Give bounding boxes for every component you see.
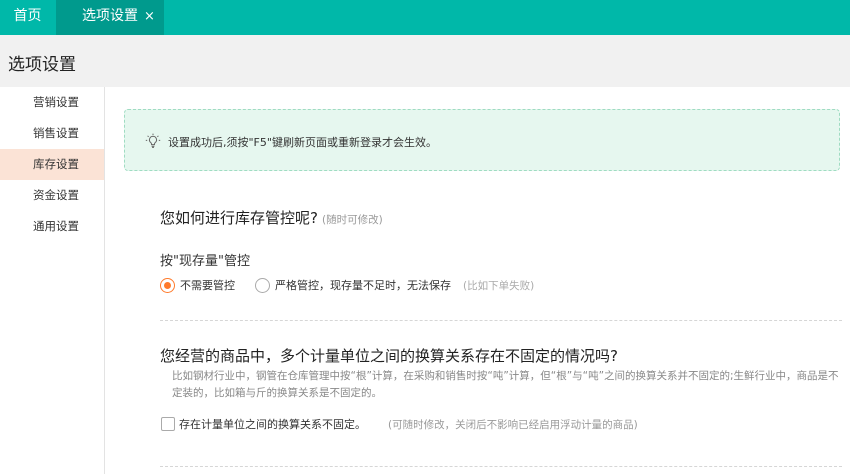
stock-control-subtitle: 按"现存量"管控 bbox=[160, 254, 250, 269]
page-title: 选项设置 bbox=[8, 55, 76, 75]
unit-conversion-description: 比如钢材行业中，钢管在仓库管理中按“根”计算，在采购和销售时按“吨”计算，但“根… bbox=[172, 370, 839, 399]
radio-no-control-label[interactable]: 不需要管控 bbox=[180, 277, 235, 293]
title-bar: 选项设置 bbox=[0, 35, 850, 87]
sidebar-item-inventory[interactable]: 库存设置 bbox=[0, 149, 104, 180]
sidebar-item-general[interactable]: 通用设置 bbox=[0, 211, 104, 242]
inventory-control-options: 不需要管控 严格管控，现存量不足时，无法保存 (比如下单失败) bbox=[160, 276, 534, 294]
sidebar-item-funds[interactable]: 资金设置 bbox=[0, 180, 104, 211]
sidebar-item-marketing[interactable]: 营销设置 bbox=[0, 87, 104, 118]
tip-text: 设置成功后,须按"F5"键刷新页面或重新登录才会生效。 bbox=[168, 136, 437, 149]
lightbulb-icon bbox=[145, 133, 161, 148]
tip-banner: 设置成功后,须按"F5"键刷新页面或重新登录才会生效。 bbox=[124, 109, 840, 171]
option-note: (比如下单失败) bbox=[463, 279, 535, 292]
checkbox-note: (可随时修改，关闭后不影响已经启用浮动计量的商品) bbox=[388, 418, 638, 431]
section-divider-bottom bbox=[160, 466, 842, 467]
tab-options-settings[interactable]: 选项设置 × bbox=[56, 0, 164, 35]
unit-conversion-checkbox-row: 存在计量单位之间的换算关系不固定。 (可随时修改，关闭后不影响已经启用浮动计量的… bbox=[161, 416, 638, 432]
radio-strict-control[interactable] bbox=[255, 277, 270, 293]
floating-unit-checkbox-label[interactable]: 存在计量单位之间的换算关系不固定。 bbox=[179, 416, 366, 432]
section-divider bbox=[160, 320, 842, 321]
unit-conversion-question: 您经营的商品中，多个计量单位之间的换算关系存在不固定的情况吗? bbox=[160, 347, 618, 365]
floating-unit-checkbox[interactable] bbox=[161, 417, 175, 431]
radio-no-control[interactable] bbox=[160, 277, 175, 293]
radio-strict-control-label[interactable]: 严格管控，现存量不足时，无法保存 bbox=[275, 277, 451, 293]
home-tab[interactable]: 首页 bbox=[0, 0, 55, 35]
sidebar: 营销设置 销售设置 库存设置 资金设置 通用设置 bbox=[0, 87, 105, 474]
close-icon[interactable]: × bbox=[144, 9, 155, 24]
tab-label: 选项设置 bbox=[82, 8, 138, 24]
top-navigation-bar: 首页 选项设置 × bbox=[0, 0, 850, 35]
question-text: 您如何进行库存管控呢? bbox=[160, 209, 318, 227]
sidebar-item-sales[interactable]: 销售设置 bbox=[0, 118, 104, 149]
question-hint: (随时可修改) bbox=[321, 214, 383, 226]
inventory-control-question: 您如何进行库存管控呢? (随时可修改) bbox=[160, 207, 383, 228]
